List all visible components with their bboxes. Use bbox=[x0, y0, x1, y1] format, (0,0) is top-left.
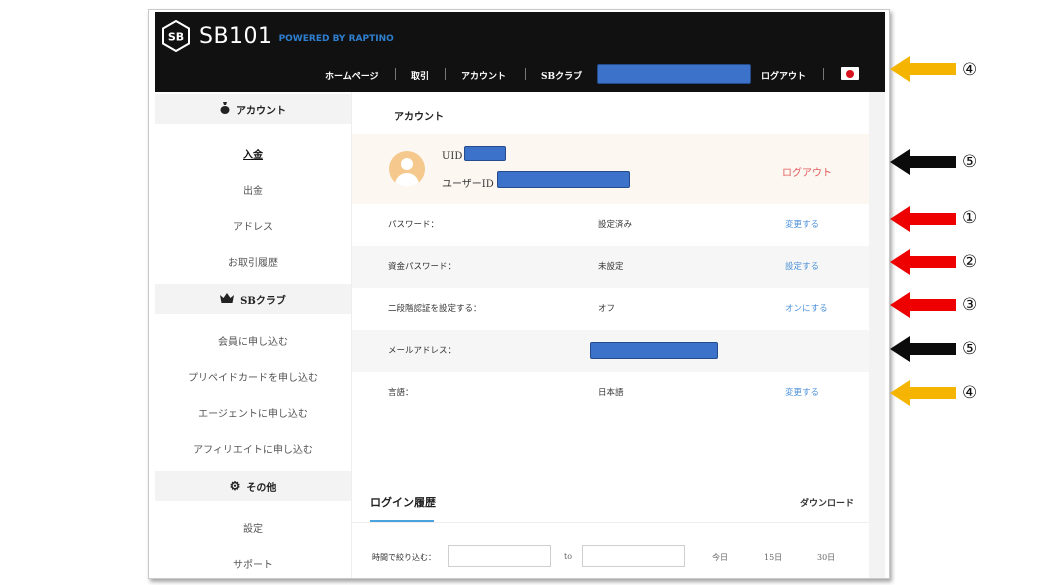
main-nav: ホームページ 取引 アカウント SBクラブ ログアウト bbox=[155, 64, 885, 87]
red-arrow-icon bbox=[890, 206, 956, 232]
userid-label: ユーザーID bbox=[442, 179, 494, 190]
tab-login-history[interactable]: ログイン履歴 bbox=[370, 494, 436, 510]
redacted-nav-item bbox=[597, 64, 751, 84]
screenshot-frame: SB SB101 POWERED BY RAPTINO ホームページ 取引 アカ… bbox=[148, 9, 890, 579]
annotation-number: ③ bbox=[962, 295, 978, 315]
profile-logout-link[interactable]: ログアウト bbox=[782, 164, 832, 179]
japan-flag-icon[interactable] bbox=[841, 67, 859, 80]
nav-divider bbox=[445, 68, 446, 80]
nav-club[interactable]: SBクラブ bbox=[541, 69, 582, 82]
sidebar-item-membership[interactable]: 会員に申し込む bbox=[155, 333, 351, 348]
filter-15-days-button[interactable]: 15日 bbox=[764, 552, 782, 563]
setting-label: 言語： bbox=[388, 388, 414, 398]
nav-account[interactable]: アカウント bbox=[461, 69, 506, 82]
nav-divider bbox=[525, 68, 526, 80]
annotation-number: ① bbox=[962, 208, 978, 228]
sidebar-item-agent[interactable]: エージェントに申し込む bbox=[155, 405, 351, 420]
brand-logo[interactable]: SB SB101 POWERED BY RAPTINO bbox=[161, 19, 394, 53]
change-language-link[interactable]: 変更する bbox=[785, 386, 819, 398]
setting-value: 日本語 bbox=[598, 388, 624, 398]
sidebar-item-settings[interactable]: 設定 bbox=[155, 520, 351, 535]
brand-tagline: POWERED BY RAPTINO bbox=[278, 34, 394, 44]
set-fund-password-link[interactable]: 設定する bbox=[785, 260, 819, 272]
sidebar-item-address[interactable]: アドレス bbox=[155, 218, 351, 233]
setting-value: オフ bbox=[598, 304, 616, 314]
setting-value: 未設定 bbox=[598, 262, 624, 272]
time-filter-label: 時間で絞り込む： bbox=[372, 553, 436, 562]
download-button[interactable]: ダウンロード bbox=[800, 496, 854, 509]
setting-label: 二段階認証を設定する： bbox=[388, 304, 482, 314]
gear-icon: ⚙ bbox=[229, 479, 241, 493]
sidebar-item-prepaid-card[interactable]: プリペイドカードを申し込む bbox=[155, 369, 351, 384]
sidebar-heading-other: その他 bbox=[246, 482, 277, 494]
top-bar: SB SB101 POWERED BY RAPTINO ホームページ 取引 アカ… bbox=[155, 12, 885, 92]
black-arrow-icon bbox=[890, 336, 956, 362]
sidebar-item-withdraw[interactable]: 出金 bbox=[155, 182, 351, 197]
change-password-link[interactable]: 変更する bbox=[785, 218, 819, 230]
setting-row-language: 言語： 日本語 変更する bbox=[352, 372, 870, 414]
redacted-userid bbox=[497, 171, 630, 188]
redacted-uid bbox=[464, 146, 506, 161]
sidebar-section-club: SBクラブ bbox=[155, 284, 351, 314]
sidebar-heading-club: SBクラブ bbox=[240, 295, 286, 307]
setting-label: パスワード： bbox=[388, 220, 440, 230]
sb-logo-icon: SB bbox=[161, 19, 191, 53]
page-title: アカウント bbox=[394, 112, 444, 123]
yellow-arrow-icon bbox=[890, 380, 956, 406]
sidebar-heading-account: アカウント bbox=[236, 105, 286, 117]
profile-card: UID ユーザーID ログアウト bbox=[352, 134, 870, 204]
yellow-arrow-icon bbox=[890, 56, 956, 82]
avatar bbox=[389, 151, 425, 187]
setting-value: 設定済み bbox=[598, 220, 633, 230]
annotation-number: ④ bbox=[962, 60, 978, 80]
setting-row-email: メールアドレス： bbox=[352, 330, 870, 372]
nav-logout[interactable]: ログアウト bbox=[761, 69, 806, 82]
enable-2fa-link[interactable]: オンにする bbox=[785, 302, 828, 314]
uid-label: UID bbox=[442, 151, 463, 162]
filter-today-button[interactable]: 今日 bbox=[712, 552, 728, 563]
annotation-number: ⑤ bbox=[962, 152, 978, 172]
nav-trade[interactable]: 取引 bbox=[411, 69, 429, 82]
annotation-number: ② bbox=[962, 252, 978, 272]
sidebar-section-account: アカウント bbox=[155, 94, 351, 124]
redacted-email bbox=[590, 342, 718, 359]
sidebar-item-deposit[interactable]: 入金 bbox=[155, 146, 351, 161]
setting-row-password: パスワード： 設定済み 変更する bbox=[352, 204, 870, 246]
setting-row-fund-password: 資金パスワード： 未設定 設定する bbox=[352, 246, 870, 288]
nav-divider bbox=[823, 68, 824, 80]
red-arrow-icon bbox=[890, 292, 956, 318]
account-panel: アカウント UID ユーザーID ログアウト パスワード： 設定済み 変更する … bbox=[351, 92, 870, 578]
date-range-to-label: to bbox=[564, 552, 573, 561]
sidebar-item-affiliate[interactable]: アフィリエイトに申し込む bbox=[155, 441, 351, 456]
nav-home[interactable]: ホームページ bbox=[325, 69, 379, 82]
brand-name: SB101 bbox=[199, 23, 273, 49]
scrollbar-track[interactable] bbox=[869, 92, 885, 578]
sidebar: アカウント 入金 出金 アドレス お取引履歴 SBクラブ 会員に申し込む プリペ… bbox=[155, 92, 351, 578]
tab-divider bbox=[352, 522, 870, 523]
crown-icon bbox=[220, 292, 235, 306]
sidebar-item-history[interactable]: お取引履歴 bbox=[155, 254, 351, 269]
red-arrow-icon bbox=[890, 249, 956, 275]
start-date-input[interactable] bbox=[448, 545, 551, 567]
annotation-number: ④ bbox=[962, 383, 978, 403]
setting-label: 資金パスワード： bbox=[388, 262, 457, 272]
setting-row-2fa: 二段階認証を設定する： オフ オンにする bbox=[352, 288, 870, 330]
filter-30-days-button[interactable]: 30日 bbox=[817, 552, 835, 563]
black-arrow-icon bbox=[890, 149, 956, 175]
money-bag-icon bbox=[220, 101, 230, 117]
setting-label: メールアドレス： bbox=[388, 346, 457, 356]
nav-divider bbox=[395, 68, 396, 80]
end-date-input[interactable] bbox=[582, 545, 685, 567]
logo-mark-text: SB bbox=[168, 31, 184, 44]
annotation-number: ⑤ bbox=[962, 339, 978, 359]
sidebar-item-support[interactable]: サポート bbox=[155, 556, 351, 571]
sidebar-section-other: ⚙ その他 bbox=[155, 471, 351, 501]
